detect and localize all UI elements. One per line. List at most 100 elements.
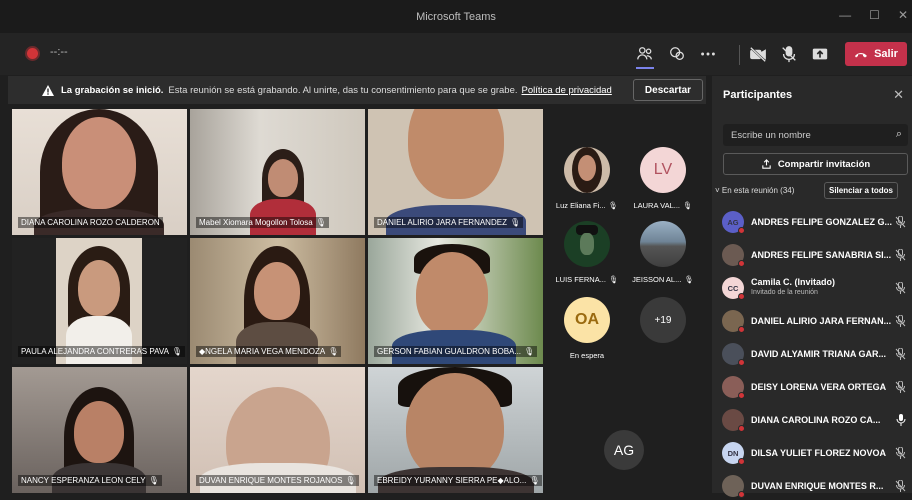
share-content-button[interactable] [807,41,833,67]
avatar [564,147,610,193]
mic-muted-icon[interactable] [895,314,906,332]
participant-row[interactable]: DEISY LORENA VERA ORTEGA [722,373,908,401]
mic-muted-icon: 🎙︎ [345,476,356,485]
title-bar: Microsoft Teams — ☐ ✕ [0,0,912,33]
participant-name: DANIEL ALIRIO JARA FERNAN... [751,316,892,326]
recording-banner: La grabación se inició. Esta reunión se … [8,76,706,104]
mini-participant[interactable]: JEISSON AL... 🎙︎ [627,221,699,284]
participant-name: Luz Eliana Fi... [555,201,606,210]
more-icon [701,52,715,56]
mic-muted-icon[interactable] [895,380,906,398]
close-panel-icon[interactable]: ✕ [893,87,904,103]
presence-status-icon [738,458,745,465]
people-icon [637,47,652,60]
mini-participant[interactable]: LUIS FERNA... 🎙︎ [551,221,623,284]
participant-name: GERSON FABIAN GUALDRON BOBA... [377,347,522,356]
participant-name: JEISSON AL... [632,275,682,284]
section-label: En esta reunión (34) [721,186,795,195]
chat-icon [670,47,684,61]
camera-toggle-button[interactable] [745,41,771,67]
mini-participant[interactable]: Luz Eliana Fi... 🎙︎ [551,147,623,210]
mic-muted-icon: 🎙︎ [529,476,540,485]
participant-name: DAVID ALYAMIR TRIANA GAR... [751,349,887,359]
presence-status-icon [738,260,745,267]
more-participants-button[interactable]: +19 [627,297,699,343]
mic-muted-icon: 🎙︎ [608,275,619,284]
participant-name: Mabel Xiomara Mogollon Tolosa [199,218,313,227]
participant-name: DEISY LORENA VERA ORTEGA [751,382,887,392]
mute-all-button[interactable]: Silenciar a todos [824,182,898,199]
share-screen-icon [812,48,828,60]
video-tile[interactable]: DANIEL ALIRIO JARA FERNANDEZ 🎙︎ [368,109,543,235]
meeting-toolbar: --:-- Salir [0,33,912,75]
mic-muted-icon: 🎙︎ [315,218,326,227]
mic-muted-icon: 🎙︎ [171,347,183,356]
mini-participant[interactable]: LV LAURA VAL... 🎙︎ [627,147,699,210]
recording-indicator-icon [27,48,38,59]
meeting-timer: --:-- [50,46,68,58]
mic-toggle-button[interactable] [776,41,802,67]
participant-row[interactable]: DN DILSA YULIET FLOREZ NOVOA [722,439,908,467]
participant-name: Camila C. (Invitado) [751,277,836,287]
participant-row[interactable]: ANDRES FELIPE SANABRIA SI... [722,241,908,269]
mic-on-icon[interactable] [896,413,906,431]
video-tile[interactable]: DIANA CAROLINA ROZO CALDERON [12,109,187,235]
participants-button[interactable] [632,41,658,67]
more-count: +19 [640,297,686,343]
share-icon [762,158,771,169]
share-label: Compartir invitación [777,158,871,170]
participant-name: NANCY ESPERANZA LEON CELY [21,476,146,485]
video-tile[interactable]: DUVAN ENRIQUE MONTES ROJANOS 🎙︎ [190,367,365,493]
hang-up-icon [855,53,868,58]
participant-name: DUVAN ENRIQUE MONTES R... [751,481,884,491]
mic-muted-icon: 🎙︎ [509,218,521,227]
participant-name: ANDRES FELIPE SANABRIA SI... [751,250,892,260]
video-tile[interactable]: GERSON FABIAN GUALDRON BOBA... 🎙︎ [368,238,543,364]
minimize-button[interactable]: — [839,8,851,22]
participant-row[interactable]: DUVAN ENRIQUE MONTES R... [722,472,908,500]
participant-name: ANDRES FELIPE GONZALEZ G... [751,217,893,227]
mic-muted-icon: 🎙︎ [524,347,535,356]
presence-status-icon [738,227,745,234]
window-title: Microsoft Teams [416,11,496,23]
mic-off-icon [782,46,796,63]
participant-row[interactable]: DAVID ALYAMIR TRIANA GAR... [722,340,908,368]
panel-title: Participantes [723,89,793,101]
waiting-participant[interactable]: OA En espera [551,297,623,360]
section-header[interactable]: ˅ En esta reunión (34) [715,186,794,195]
avatar: LV [640,147,686,193]
video-tile[interactable]: PAULA ALEJANDRA CONTRERAS PAVA 🎙︎ [12,238,187,364]
participant-row[interactable]: AG ANDRES FELIPE GONZALEZ G... [722,208,908,236]
video-tile[interactable]: Mabel Xiomara Mogollon Tolosa 🎙︎ [190,109,365,235]
mic-muted-icon[interactable] [895,347,906,365]
mic-muted-icon[interactable] [895,215,906,233]
video-tile[interactable]: ◆NGELA MARIA VEGA MENDOZA 🎙︎ [190,238,365,364]
close-window-button[interactable]: ✕ [898,8,908,22]
video-tile[interactable]: EBREIDY YURANNY SIERRA PE◆ALO... 🎙︎ [368,367,543,493]
mic-muted-icon[interactable] [895,446,906,464]
mic-muted-icon: 🎙︎ [608,201,619,210]
participant-name: PAULA ALEJANDRA CONTRERAS PAVA [21,347,169,356]
participant-row[interactable]: CC Camila C. (Invitado) Invitado de la reu… [722,274,908,302]
mic-muted-icon[interactable] [895,248,906,266]
more-actions-button[interactable] [695,41,721,67]
mic-muted-icon[interactable] [895,479,906,497]
participant-name: DUVAN ENRIQUE MONTES ROJANOS [199,476,343,485]
leave-button[interactable]: Salir [845,42,907,66]
maximize-button[interactable]: ☐ [869,8,880,22]
chat-button[interactable] [664,41,690,67]
participant-row[interactable]: DANIEL ALIRIO JARA FERNAN... [722,307,908,335]
dismiss-button[interactable]: Descartar [633,79,703,101]
privacy-policy-link[interactable]: Política de privacidad [522,85,612,96]
toolbar-divider [739,45,740,65]
share-invite-button[interactable]: Compartir invitación [723,153,908,175]
participant-row[interactable]: DIANA CAROLINA ROZO CA... [722,406,908,434]
search-input[interactable]: Escribe un nombre ⌕ [723,124,908,146]
presence-status-icon [738,326,745,333]
presence-status-icon [738,293,745,300]
camera-off-icon [750,46,766,63]
video-tile[interactable]: NANCY ESPERANZA LEON CELY 🎙︎ [12,367,187,493]
banner-message: Esta reunión se está grabando. Al unirte… [168,84,518,96]
participant-name: EBREIDY YURANNY SIERRA PE◆ALO... [377,476,527,485]
mic-muted-icon[interactable] [895,281,906,299]
